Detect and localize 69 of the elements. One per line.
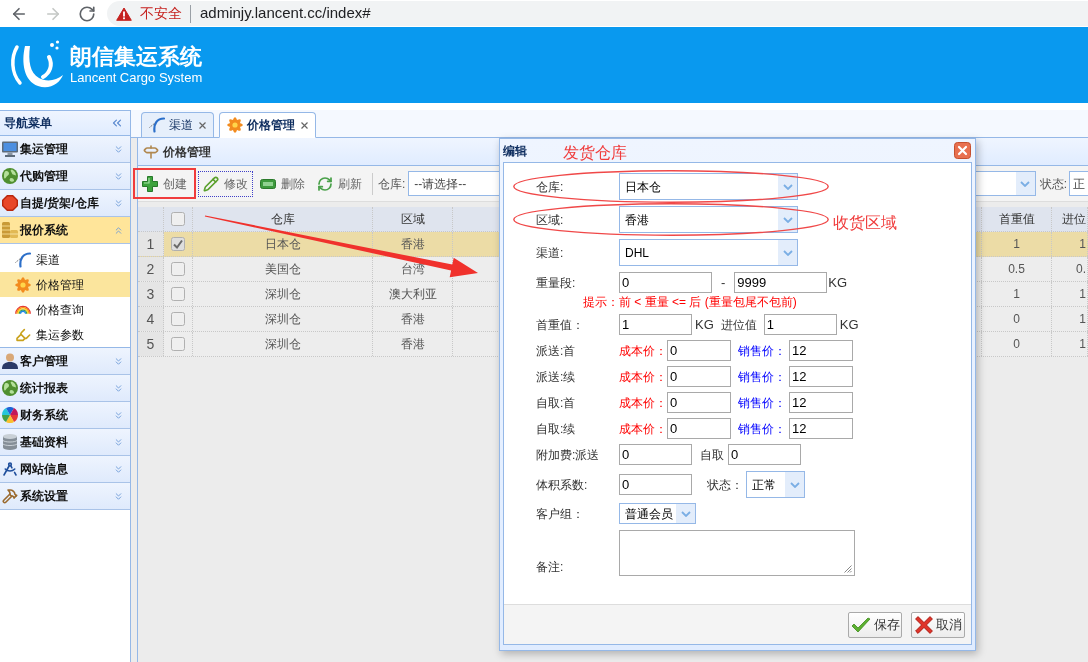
table-cell: 1 [1079, 237, 1086, 251]
table-cell: 0 [1013, 312, 1020, 326]
unit-label: KG [828, 273, 848, 292]
field-label: 自取 [700, 446, 724, 464]
column-header: 仓库 [270, 212, 295, 226]
table-cell: 香港 [400, 237, 425, 251]
sidebar-title: 导航菜单 [4, 115, 52, 132]
field-label: 自取:首 [536, 394, 577, 412]
table-cell: 1 [1079, 312, 1086, 326]
field-label: 备注: [536, 559, 565, 576]
annotation-note: 发货仓库 [563, 144, 627, 162]
app-subtitle: Lancent Cargo System [70, 70, 203, 86]
field-label: 状态： [707, 476, 743, 494]
table-cell: 澳大利亚 [388, 287, 437, 301]
app-title: 朗信集运系统 [70, 44, 203, 70]
field-label: 仓库: [536, 178, 565, 196]
row-number: 3 [138, 282, 164, 306]
dialog-title: 编辑 [503, 142, 527, 160]
sale-label: 销售价： [738, 394, 786, 412]
cost-label: 成本价： [619, 342, 667, 360]
field-label: 客户组： [536, 505, 585, 523]
table-cell: 日本仓 [264, 237, 301, 251]
field-label: 派送:首 [536, 342, 577, 360]
field-label: 派送:续 [536, 368, 577, 386]
field-label: 重量段: [536, 274, 577, 292]
row-number: 1 [138, 232, 164, 256]
table-cell: 香港 [400, 337, 425, 351]
table-cell: 美国仓 [264, 262, 301, 276]
table-cell: 0. [1076, 262, 1086, 276]
filter-label: 状态: [1039, 175, 1067, 193]
cost-label: 成本价： [619, 420, 667, 438]
column-header: 首重值 [998, 212, 1035, 226]
table-cell: 1 [1079, 287, 1086, 301]
table-cell: 1 [1013, 287, 1020, 301]
table-cell: 1 [1079, 337, 1086, 351]
range-separator: - [721, 273, 726, 292]
sale-label: 销售价： [738, 420, 786, 438]
field-label: 渠道: [536, 244, 565, 262]
row-number: 5 [138, 332, 164, 356]
sale-label: 销售价： [738, 342, 786, 360]
column-header: 区域 [400, 212, 425, 226]
sale-label: 销售价： [738, 368, 786, 386]
cost-label: 成本价： [619, 368, 667, 386]
table-cell: 台湾 [400, 262, 425, 276]
security-label: 不安全 [140, 4, 182, 23]
field-label: 体积系数: [536, 476, 589, 494]
table-cell: 0 [1013, 337, 1020, 351]
field-label: 首重值： [536, 316, 585, 334]
row-number: 4 [138, 307, 164, 331]
cost-label: 成本价： [619, 394, 667, 412]
field-label: 自取:续 [536, 420, 577, 438]
field-label: 附加费:派送 [536, 446, 601, 464]
table-cell: 深圳仓 [264, 312, 301, 326]
filter-label: 仓库: [378, 175, 406, 193]
table-cell: 香港 [400, 312, 425, 326]
annotation-note: 收货区域 [833, 213, 897, 232]
unit-label: KG [839, 315, 859, 334]
table-cell: 1 [1013, 237, 1020, 251]
hint-text: 提示：前 < 重量 <= 后 (重量包尾不包前) [583, 295, 797, 309]
row-number: 2 [138, 257, 164, 281]
table-cell: 深圳仓 [264, 287, 301, 301]
column-header: 进位 [1062, 212, 1086, 226]
panel-title: 价格管理 [163, 143, 211, 161]
table-cell: 0.5 [1008, 262, 1025, 276]
field-label: 进位值 [720, 316, 757, 334]
unit-label: KG [695, 315, 714, 334]
field-label: 区域: [536, 211, 565, 229]
table-cell: 深圳仓 [264, 337, 301, 351]
url-text: adminjy.lancent.cc/index# [200, 3, 371, 24]
